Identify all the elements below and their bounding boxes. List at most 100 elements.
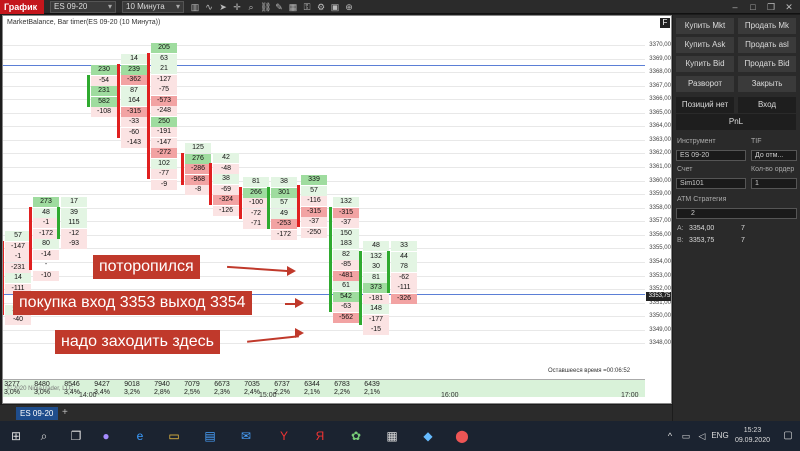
- footprint-cell: -326: [391, 293, 417, 304]
- settings-icon[interactable]: ⚙: [316, 2, 326, 12]
- footprint-cell: 266: [243, 187, 269, 198]
- footprint-cell: -181: [363, 293, 389, 304]
- volume-value: 9427: [94, 381, 110, 388]
- indicator-icon[interactable]: ∿: [204, 2, 214, 12]
- footprint-cell: -62: [391, 272, 417, 283]
- zoom-icon[interactable]: ⌕: [246, 2, 256, 12]
- volume-value: 6737: [274, 381, 290, 388]
- grid-line: [3, 167, 645, 169]
- ask-price: 3354,00: [689, 225, 715, 232]
- price-tick-label: 3354,00: [649, 258, 671, 265]
- footprint-cell: -108: [91, 107, 117, 117]
- footprint-cell: -85: [333, 260, 359, 270]
- instrument-select[interactable]: ES 09-20 ▾: [50, 1, 116, 13]
- sell-ask-button[interactable]: Продать asl: [738, 37, 796, 53]
- grid-line: [3, 139, 645, 141]
- tif-select[interactable]: До отм...: [751, 150, 797, 161]
- ask-size: 7: [741, 225, 745, 232]
- candle-body: [209, 163, 212, 205]
- taskview-icon[interactable]: ❐: [66, 427, 86, 445]
- chevron-down-icon: ▾: [107, 2, 112, 11]
- grid-line: [3, 45, 645, 46]
- restore-icon[interactable]: ❐: [766, 2, 776, 12]
- search-icon[interactable]: ⌕: [34, 427, 54, 445]
- mail-icon[interactable]: ✉: [236, 427, 256, 445]
- current-price-tag: 3353,75: [646, 292, 671, 301]
- pointer-icon[interactable]: ➤: [218, 2, 228, 12]
- chart-tab[interactable]: График: [0, 0, 44, 14]
- footprint-cell: 38: [213, 174, 239, 184]
- add-tab-icon[interactable]: +: [62, 407, 72, 419]
- store-icon[interactable]: ▤: [200, 427, 220, 445]
- account-select[interactable]: Sim101: [676, 178, 746, 189]
- atm-select[interactable]: 2: [676, 208, 797, 219]
- yandex-icon[interactable]: Я: [310, 427, 330, 445]
- chart-f-button[interactable]: F: [660, 18, 670, 28]
- explorer-icon[interactable]: ▭: [164, 427, 184, 445]
- ninjatrader-icon[interactable]: ⬤: [452, 427, 472, 445]
- volume-value: 9018: [124, 381, 140, 388]
- arrow-head: [295, 328, 304, 338]
- footprint-cell: -40: [5, 315, 31, 325]
- bid-size: 7: [741, 237, 745, 244]
- candle-body: [329, 207, 332, 312]
- bars-icon[interactable]: ▥: [190, 2, 200, 12]
- edge-icon[interactable]: e: [130, 427, 150, 445]
- maximize-icon[interactable]: □: [748, 2, 758, 12]
- buy-ask-button[interactable]: Купить Ask: [676, 37, 734, 53]
- timeframe-select[interactable]: 10 Минута ▾: [122, 1, 184, 13]
- chart-window[interactable]: MarketBalance, Bar timer(ES 09-20 (10 Ми…: [2, 15, 672, 404]
- instrument-field[interactable]: ES 09-20: [676, 150, 746, 161]
- app-icon[interactable]: ✿: [346, 427, 366, 445]
- calculator-icon[interactable]: ▦: [382, 427, 402, 445]
- footprint-cell: -37: [333, 218, 359, 228]
- ask-label: A:: [677, 225, 684, 232]
- quantity-stepper[interactable]: 1: [751, 178, 797, 189]
- footprint-cell: 82: [333, 249, 359, 260]
- footprint-cell: -10: [33, 270, 59, 281]
- crosshair-icon[interactable]: ✛: [232, 2, 242, 12]
- position-status: Позиций нет: [676, 97, 734, 113]
- reverse-button[interactable]: Разворот: [676, 76, 734, 92]
- footprint-cell: -177: [363, 314, 389, 325]
- time-axis[interactable]: 14:00 15:00 16:00 17:00: [3, 388, 645, 403]
- camera-icon[interactable]: ▣: [330, 2, 340, 12]
- grid-icon[interactable]: ▦: [288, 2, 298, 12]
- chart-trader-panel: Купить Mkt Продать Mk Купить Ask Продать…: [673, 15, 800, 421]
- language-indicator[interactable]: ENG: [708, 427, 732, 445]
- messenger-icon[interactable]: ◆: [418, 427, 438, 445]
- timeframe-value: 10 Минута: [126, 2, 165, 11]
- price-axis[interactable]: 3370,00 3369,00 3368,00 3367,00 3366,00 3365,…: [645, 42, 671, 383]
- start-icon[interactable]: ⊞: [6, 427, 26, 445]
- buy-mkt-button[interactable]: Купить Mkt: [676, 18, 734, 34]
- footprint-cell: -315: [333, 207, 359, 218]
- notification-icon[interactable]: ▢: [778, 427, 798, 445]
- footprint-cell: -573: [151, 95, 177, 106]
- time-tick-label: 15:00: [259, 392, 277, 399]
- sell-bid-button[interactable]: Продать Bid: [738, 56, 796, 72]
- pin-icon[interactable]: ⊕: [344, 2, 354, 12]
- footprint-cell: -8: [185, 185, 211, 195]
- link-icon[interactable]: ⛓: [260, 2, 271, 12]
- draw-icon[interactable]: ✎: [274, 2, 284, 12]
- footprint-cell: -33: [121, 117, 147, 127]
- sell-mkt-button[interactable]: Продать Mk: [738, 18, 796, 34]
- footprint-cell: 49: [271, 208, 297, 219]
- clock[interactable]: 15:23 09.09.2020: [735, 426, 770, 446]
- pnl-display: PnL: [676, 114, 796, 130]
- yandex-browser-icon[interactable]: Y: [274, 427, 294, 445]
- minimize-icon[interactable]: –: [730, 2, 740, 12]
- buy-bid-button[interactable]: Купить Bid: [676, 56, 734, 72]
- tab-es-09-20[interactable]: ES 09-20: [16, 407, 58, 420]
- lock-icon[interactable]: ⚿: [302, 2, 312, 12]
- price-tick-label: 3360,00: [649, 177, 671, 184]
- price-tick-label: 3350,00: [649, 313, 671, 320]
- footprint-cell: -231: [5, 262, 31, 273]
- alice-icon[interactable]: ●: [96, 427, 116, 445]
- price-tick-label: 3363,00: [649, 136, 671, 143]
- time-tick-label: 14:00: [79, 392, 97, 399]
- clock-time: 15:23: [743, 427, 762, 434]
- close-icon[interactable]: ✕: [784, 2, 794, 12]
- arrow-head: [287, 266, 296, 276]
- close-position-button[interactable]: Закрыть: [738, 76, 796, 92]
